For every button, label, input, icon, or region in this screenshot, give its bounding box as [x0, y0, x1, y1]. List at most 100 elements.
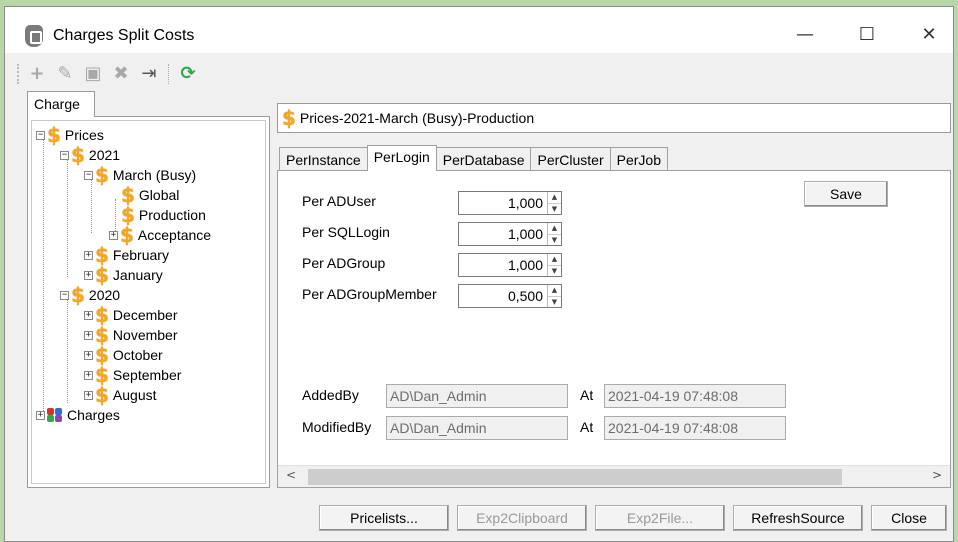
expand-icon[interactable]: + — [84, 270, 93, 280]
expand-icon[interactable]: + — [84, 310, 93, 320]
tab-perjob[interactable]: PerJob — [609, 147, 668, 171]
tab-perlogin[interactable]: PerLogin — [366, 145, 437, 171]
added-by-field: AD\Dan_Admin — [386, 384, 568, 408]
added-at-field: 2021-04-19 07:48:08 — [604, 384, 786, 408]
charge-tree[interactable]: − $ Prices − $ 2021 − $ March (Busy) $ G… — [31, 120, 266, 484]
exit-icon[interactable]: ⇥ — [137, 62, 161, 86]
tree-node-prices[interactable]: − $ Prices — [36, 125, 104, 145]
spin-up-icon[interactable]: ▲ — [548, 254, 561, 266]
expand-icon[interactable]: + — [109, 230, 118, 240]
add-icon[interactable]: + — [25, 62, 49, 86]
dollar-icon: $ — [95, 383, 109, 407]
charge-tree-panel: − $ Prices − $ 2021 − $ March (Busy) $ G… — [27, 116, 270, 488]
per-adgroup-stepper[interactable]: 1,000 ▲ ▼ — [458, 253, 562, 277]
tree-node-2021[interactable]: − $ 2021 — [60, 145, 120, 165]
dollar-icon: $ — [71, 283, 85, 307]
per-sqllogin-value[interactable]: 1,000 — [459, 223, 547, 245]
tree-node-label: Acceptance — [137, 227, 212, 243]
tree-node-september[interactable]: + $ September — [84, 365, 181, 385]
save-button[interactable]: Save — [804, 181, 888, 207]
tree-node-acceptance[interactable]: + $ Acceptance — [109, 225, 211, 245]
app-icon — [25, 25, 43, 47]
collapse-icon[interactable]: − — [36, 130, 45, 140]
expand-icon[interactable]: + — [84, 370, 93, 380]
maximize-button[interactable]: ☐ — [847, 21, 887, 49]
tree-node-label: November — [112, 327, 178, 343]
dollar-icon: $ — [120, 223, 134, 247]
per-adgroupmember-stepper[interactable]: 0,500 ▲ ▼ — [458, 284, 562, 308]
scroll-left-icon[interactable]: < — [286, 468, 296, 482]
delete-icon[interactable]: ✖ — [109, 62, 133, 86]
tree-node-label: February — [112, 247, 169, 263]
tree-node-label: October — [112, 347, 163, 363]
tree-node-january[interactable]: + $ January — [84, 265, 163, 285]
per-adgroup-label: Per ADGroup — [302, 255, 386, 271]
refresh-icon[interactable]: ⟳ — [176, 62, 200, 86]
dollar-icon: $ — [121, 183, 135, 207]
tree-node-global[interactable]: $ Global — [121, 185, 179, 205]
spin-down-icon[interactable]: ▼ — [548, 266, 561, 277]
tree-node-august[interactable]: + $ August — [84, 385, 157, 405]
edit-icon[interactable]: ✎ — [53, 62, 77, 86]
refreshsource-button[interactable]: RefreshSource — [733, 505, 863, 531]
scroll-right-icon[interactable]: > — [932, 468, 942, 482]
collapse-icon[interactable]: − — [60, 150, 69, 160]
added-by-label: AddedBy — [302, 387, 359, 403]
tab-percluster[interactable]: PerCluster — [530, 147, 611, 171]
per-aduser-stepper[interactable]: 1,000 ▲ ▼ — [458, 191, 562, 215]
tree-node-2020[interactable]: − $ 2020 — [60, 285, 120, 305]
spin-down-icon[interactable]: ▼ — [548, 297, 561, 308]
spin-down-icon[interactable]: ▼ — [548, 235, 561, 246]
expand-icon[interactable]: + — [84, 330, 93, 340]
tree-guide — [67, 299, 68, 403]
tree-node-february[interactable]: + $ February — [84, 245, 169, 265]
tree-guide — [43, 139, 44, 415]
tree-node-label: January — [112, 267, 163, 283]
expand-icon[interactable]: + — [84, 390, 93, 400]
selected-path-field[interactable]: $ Prices-2021-March (Busy)-Production — [277, 103, 951, 133]
dollar-icon: $ — [95, 263, 109, 287]
tree-node-label: Global — [138, 187, 180, 203]
per-adgroup-value[interactable]: 1,000 — [459, 254, 547, 276]
horizontal-scrollbar[interactable]: < > — [278, 465, 950, 487]
dollar-icon: $ — [95, 303, 109, 327]
spin-up-icon[interactable]: ▲ — [548, 192, 561, 204]
tree-node-charges[interactable]: + Charges — [36, 405, 120, 425]
tab-charge[interactable]: Charge — [27, 91, 95, 117]
modified-at-label: At — [580, 419, 594, 435]
per-sqllogin-stepper[interactable]: 1,000 ▲ ▼ — [458, 222, 562, 246]
dollar-icon: $ — [95, 243, 109, 267]
tree-node-march[interactable]: − $ March (Busy) — [84, 165, 196, 185]
tree-node-label: 2020 — [88, 287, 121, 303]
tree-node-november[interactable]: + $ November — [84, 325, 178, 345]
spin-up-icon[interactable]: ▲ — [548, 285, 561, 297]
scrollbar-thumb[interactable] — [308, 469, 842, 485]
spin-down-icon[interactable]: ▼ — [548, 204, 561, 215]
expand-icon[interactable]: + — [84, 350, 93, 360]
exp2clipboard-button[interactable]: Exp2Clipboard — [457, 505, 587, 531]
save-icon[interactable]: ▣ — [81, 62, 105, 86]
dollar-icon: $ — [95, 343, 109, 367]
per-adgroupmember-value[interactable]: 0,500 — [459, 285, 547, 307]
close-window-button[interactable]: ✕ — [909, 21, 949, 49]
tree-node-label: August — [112, 387, 157, 403]
tree-node-october[interactable]: + $ October — [84, 345, 163, 365]
minimize-button[interactable]: — — [785, 21, 825, 49]
tree-node-production[interactable]: $ Production — [121, 205, 206, 225]
tab-perinstance[interactable]: PerInstance — [279, 147, 368, 171]
expand-icon[interactable]: + — [84, 250, 93, 260]
spin-up-icon[interactable]: ▲ — [548, 223, 561, 235]
collapse-icon[interactable]: − — [60, 290, 69, 300]
pricelists-button[interactable]: Pricelists... — [319, 505, 449, 531]
dollar-icon: $ — [282, 106, 296, 130]
tab-perdatabase[interactable]: PerDatabase — [435, 147, 532, 171]
collapse-icon[interactable]: − — [84, 170, 93, 180]
per-aduser-value[interactable]: 1,000 — [459, 192, 547, 214]
close-button[interactable]: Close — [871, 505, 947, 531]
expand-icon[interactable]: + — [36, 410, 45, 420]
title-bar[interactable]: Charges Split Costs — ☐ ✕ — [5, 7, 953, 53]
dollar-icon: $ — [71, 143, 85, 167]
tree-node-label: March (Busy) — [112, 167, 197, 183]
tree-node-december[interactable]: + $ December — [84, 305, 178, 325]
exp2file-button[interactable]: Exp2File... — [595, 505, 725, 531]
